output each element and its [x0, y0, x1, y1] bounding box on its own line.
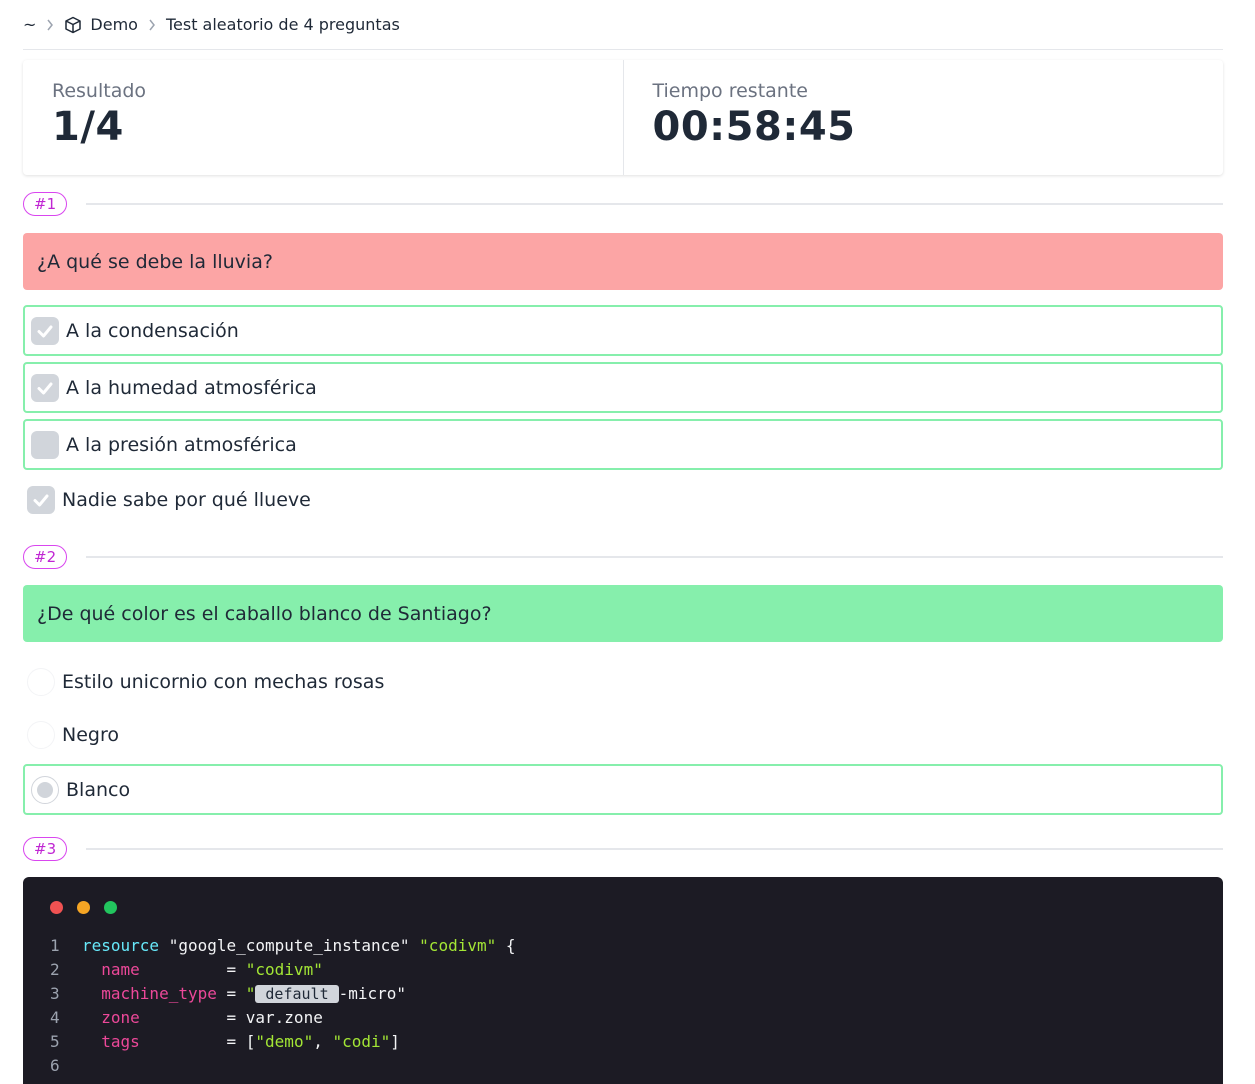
line-number: 5 — [50, 1032, 60, 1051]
checkbox-checked[interactable] — [31, 373, 59, 402]
check-icon — [33, 494, 49, 506]
result-stat: Resultado 1/4 — [23, 60, 623, 175]
result-value: 1/4 — [52, 104, 124, 150]
minimize-dot-icon — [77, 901, 90, 914]
breadcrumb-home[interactable]: ~ — [23, 15, 36, 34]
question-2-option-2[interactable]: Negro — [23, 709, 1223, 760]
question-1-option-3[interactable]: A la presión atmosférica — [23, 419, 1223, 470]
option-label: Blanco — [66, 778, 131, 801]
option-label: Estilo unicornio con mechas rosas — [62, 670, 385, 693]
question-1-title: ¿A qué se debe la lluvia? — [23, 233, 1223, 290]
result-label: Resultado — [52, 80, 147, 102]
code-token: "google_compute_instance" — [168, 936, 410, 955]
question-number-badge: #2 — [23, 545, 68, 569]
code-token: { — [505, 936, 516, 955]
divider — [86, 203, 1223, 205]
question-3-header: #3 — [23, 837, 1223, 861]
code-token: "demo" — [255, 1032, 314, 1051]
check-icon — [37, 382, 53, 394]
code-token: = — [139, 960, 246, 979]
code-token: "codivm" — [245, 960, 323, 979]
option-label: A la humedad atmosférica — [66, 376, 317, 399]
code-token: = — [139, 1008, 246, 1027]
code-block: 1 resource "google_compute_instance" "cod… — [23, 877, 1223, 1084]
code-token: -micro" — [338, 984, 407, 1003]
question-1-option-4[interactable]: Nadie sabe por qué llueve — [23, 474, 1223, 525]
code-token: "codi" — [332, 1032, 391, 1051]
chevron-right-icon — [46, 19, 54, 31]
radio-button-selected[interactable] — [31, 775, 59, 804]
code-token: zone — [101, 1008, 140, 1027]
question-1-header: #1 — [23, 192, 1223, 216]
option-label: Nadie sabe por qué llueve — [62, 488, 311, 511]
option-label: Negro — [62, 723, 119, 746]
breadcrumb-project-label: Demo — [90, 15, 138, 34]
window-controls — [50, 901, 1196, 914]
question-1-option-1[interactable]: A la condensación — [23, 305, 1223, 356]
code-token: name — [101, 960, 140, 979]
radio-button[interactable] — [27, 667, 55, 696]
breadcrumb-current-page: Test aleatorio de 4 preguntas — [165, 15, 400, 34]
code-token: tags — [101, 1032, 140, 1051]
code-token: " — [245, 984, 256, 1003]
test-stats-panel: Resultado 1/4 Tiempo restante 00:58:45 — [23, 60, 1223, 175]
code-token: = — [139, 1032, 246, 1051]
line-number: 6 — [50, 1056, 60, 1075]
question-2-option-3[interactable]: Blanco — [23, 764, 1223, 815]
maximize-dot-icon — [104, 901, 117, 914]
divider — [86, 848, 1223, 850]
code-placeholder-pill[interactable]: default — [255, 985, 339, 1003]
question-number-badge: #1 — [23, 192, 68, 216]
question-2-option-1[interactable]: Estilo unicornio con mechas rosas — [23, 656, 1223, 707]
checkbox-checked[interactable] — [31, 316, 59, 345]
time-remaining-value: 00:58:45 — [652, 104, 856, 150]
question-2-header: #2 — [23, 545, 1223, 569]
line-number: 2 — [50, 960, 60, 979]
code-token: ] — [390, 1032, 400, 1051]
code-token: , — [313, 1032, 333, 1051]
line-number: 3 — [50, 984, 60, 1003]
check-icon — [37, 325, 53, 337]
line-number: 1 — [50, 936, 60, 955]
breadcrumb: ~ Demo Test aleatorio de 4 preguntas — [23, 0, 1223, 50]
breadcrumb-project[interactable]: Demo — [64, 15, 138, 34]
radio-button[interactable] — [27, 720, 55, 749]
option-label: A la presión atmosférica — [66, 433, 297, 456]
cube-icon — [64, 16, 82, 34]
question-number-badge: #3 — [23, 837, 68, 861]
code-content: 1 resource "google_compute_instance" "cod… — [50, 934, 1196, 1078]
option-label: A la condensación — [66, 319, 239, 342]
question-1-option-2[interactable]: A la humedad atmosférica — [23, 362, 1223, 413]
code-token: machine_type — [101, 984, 217, 1003]
checkbox-unchecked[interactable] — [31, 430, 59, 459]
checkbox-checked[interactable] — [27, 485, 55, 514]
line-number: 4 — [50, 1008, 60, 1027]
code-token: [ — [245, 1032, 256, 1051]
divider — [86, 556, 1223, 558]
code-token: var.zone — [245, 1008, 323, 1027]
question-2-title: ¿De qué color es el caballo blanco de Sa… — [23, 585, 1223, 642]
chevron-right-icon — [148, 19, 156, 31]
code-token: resource — [82, 936, 160, 955]
time-remaining-stat: Tiempo restante 00:58:45 — [622, 60, 1224, 175]
time-remaining-label: Tiempo restante — [652, 80, 808, 102]
close-dot-icon — [50, 901, 63, 914]
code-token: = — [216, 984, 246, 1003]
code-token: "codivm" — [419, 936, 497, 955]
